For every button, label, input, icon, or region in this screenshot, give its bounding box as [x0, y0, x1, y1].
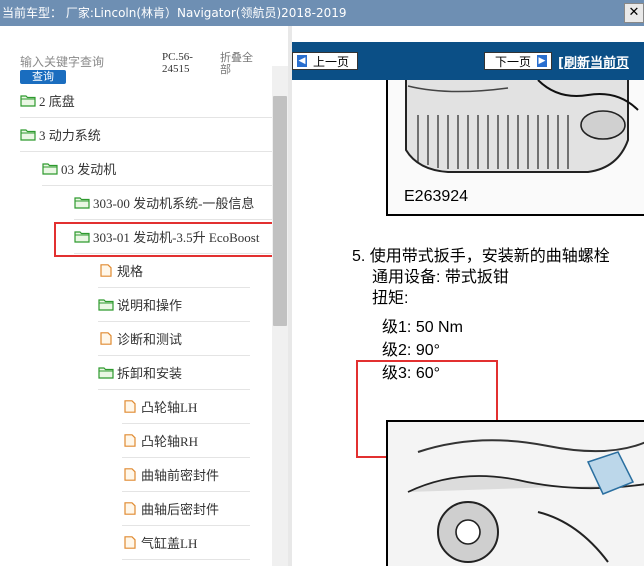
tree-node-removal-installation[interactable]: 拆卸和安装 — [98, 356, 250, 390]
torque-stage-label: 级2: — [382, 342, 412, 359]
figure-caption: E263924 — [404, 188, 469, 205]
page-navigation-bar: ◀ 上一页 下一页 ▶ [刷新当前页 — [292, 42, 644, 80]
tree-node-engine[interactable]: 03 发动机 — [42, 152, 272, 186]
tree-node-label: 3 动力系统 — [39, 128, 101, 143]
document-icon — [124, 400, 136, 413]
tree-node-label: 规格 — [117, 264, 144, 279]
torque-stage-value: 60° — [415, 365, 441, 382]
tree-node-label: 03 发动机 — [61, 162, 117, 177]
tree-node-label: 凸轮轴LH — [141, 400, 198, 415]
tree-node-cylinder-head-lh[interactable]: 气缸盖LH — [122, 526, 250, 560]
document-icon — [100, 332, 112, 345]
close-button[interactable]: ✕ — [624, 3, 644, 23]
step-torque-heading: 扭矩: — [372, 290, 409, 307]
scrollbar-thumb[interactable] — [273, 96, 287, 326]
tree-node-label: 2 底盘 — [39, 94, 75, 109]
folder-open-icon — [98, 299, 114, 311]
collapse-all-button[interactable]: 折叠全部 — [220, 52, 260, 76]
tree-node-303-00[interactable]: 303-00 发动机系统-一般信息 — [74, 186, 272, 220]
procedure-step: 5. 使用带式扳手，安装新的曲轴螺栓 通用设备: 带式扳钳 扭矩: — [352, 246, 644, 309]
step-equipment: 通用设备: 带式扳钳 — [372, 269, 509, 286]
tree-node-label: 诊断和测试 — [117, 332, 183, 347]
tree-node-powertrain[interactable]: 3 动力系统 — [20, 118, 272, 152]
document-icon — [124, 502, 136, 515]
tree-node-camshaft-lh[interactable]: 凸轮轴LH — [122, 390, 250, 424]
torque-stage-1: 级1: 50 Nm — [382, 316, 463, 339]
tree-node-label: 303-00 发动机系统-一般信息 — [93, 196, 255, 211]
torque-values: 级1: 50 Nm 级2: 90° 级3: 60° — [382, 316, 463, 385]
tree-node-camshaft-rh[interactable]: 凸轮轴RH — [122, 424, 250, 458]
tree-node-label: 曲轴后密封件 — [141, 502, 220, 517]
folder-open-icon — [74, 197, 90, 209]
tree-node-diagnosis-testing[interactable]: 诊断和测试 — [98, 322, 250, 356]
torque-stage-value: 90° — [415, 342, 441, 359]
step-text: 5. 使用带式扳手，安装新的曲轴螺栓 — [352, 248, 610, 265]
torque-stage-label: 级3: — [382, 365, 412, 382]
tree-node-label: 拆卸和安装 — [117, 366, 183, 381]
search-input[interactable] — [20, 54, 150, 70]
torque-stage-3: 级3: 60° — [382, 362, 463, 385]
pc-code-label: PC.56-24515 — [162, 51, 193, 75]
window-titlebar: 当前车型： 厂家:Lincoln(林肯）Navigator(领航员)2018-2… — [0, 0, 644, 26]
tree-node-label: 303-01 发动机-3.5升 EcoBoost — [93, 230, 260, 245]
tree-node-label: 凸轮轴RH — [141, 434, 199, 449]
folder-open-icon — [20, 129, 36, 141]
next-page-label: 下一页 — [495, 54, 532, 69]
document-panel: ◀ 上一页 下一页 ▶ [刷新当前页 E263924 5. 使用带式扳手，安装新… — [292, 26, 644, 566]
tree-node-crankshaft-front-seal[interactable]: 曲轴前密封件 — [122, 458, 250, 492]
query-button[interactable]: 查询 — [20, 70, 66, 84]
refresh-page-link[interactable]: [刷新当前页 — [558, 52, 629, 71]
search-area: 查询 PC.56-24515 折叠全部 — [0, 26, 288, 88]
tree-node-crankshaft-rear-seal[interactable]: 曲轴后密封件 — [122, 492, 250, 526]
document-icon — [100, 264, 112, 277]
previous-page-button[interactable]: ◀ 上一页 — [292, 52, 358, 70]
arrow-left-icon: ◀ — [297, 55, 307, 67]
folder-open-icon — [74, 231, 90, 243]
torque-stage-value: 50 Nm — [415, 319, 463, 336]
tree-node-chassis[interactable]: 2 底盘 — [20, 84, 272, 118]
tree-node-description-operation[interactable]: 说明和操作 — [98, 288, 250, 322]
window-title: 当前车型： 厂家:Lincoln(林肯）Navigator(领航员)2018-2… — [2, 6, 347, 20]
document-content: E263924 5. 使用带式扳手，安装新的曲轴螺栓 通用设备: 带式扳钳 扭矩… — [292, 80, 644, 566]
crankshaft-drawing — [388, 422, 644, 566]
document-icon — [124, 434, 136, 447]
tree-scrollbar[interactable] — [272, 66, 288, 566]
tree-node-specifications[interactable]: 规格 — [98, 254, 250, 288]
engine-illustration-top: E263924 — [386, 80, 644, 216]
engine-illustration-bottom — [386, 420, 644, 566]
folder-open-icon — [20, 95, 36, 107]
torque-stage-label: 级1: — [382, 319, 412, 336]
tree-node-label: 说明和操作 — [117, 298, 183, 313]
torque-stage-2: 级2: 90° — [382, 339, 463, 362]
folder-open-icon — [98, 367, 114, 379]
document-icon — [124, 536, 136, 549]
previous-page-label: 上一页 — [313, 54, 350, 69]
next-page-button[interactable]: 下一页 ▶ — [484, 52, 552, 70]
tree-node-303-01[interactable]: 303-01 发动机-3.5升 EcoBoost — [74, 220, 272, 254]
navigation-panel: 查询 PC.56-24515 折叠全部 2 底盘 3 动力系统 03 发动机 3… — [0, 26, 288, 566]
arrow-right-icon: ▶ — [537, 55, 547, 67]
document-icon — [124, 468, 136, 481]
folder-open-icon — [42, 163, 58, 175]
tree-node-label: 气缸盖LH — [141, 536, 198, 551]
tree-node-label: 曲轴前密封件 — [141, 468, 220, 483]
